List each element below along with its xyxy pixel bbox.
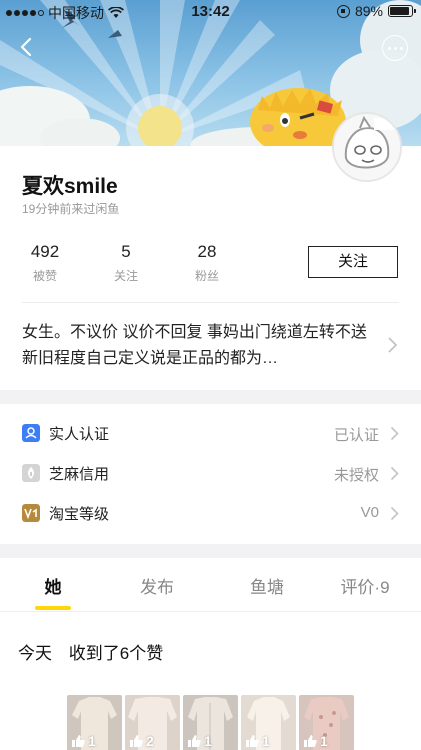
thumbs-up-icon	[304, 735, 317, 747]
profile-tabs: 她 发布 鱼塘 评价·9	[0, 558, 421, 612]
item-thumbnail[interactable]: 1	[241, 695, 296, 750]
item-thumbnail[interactable]: 1	[67, 695, 122, 750]
sesame-credit-icon	[22, 464, 40, 482]
verification-list: 实人认证 已认证 芝麻信用 未授权 淘宝等级 V0	[0, 404, 421, 544]
verify-label: 芝麻信用	[49, 466, 110, 483]
tab-reviews[interactable]: 评价·9	[320, 573, 410, 598]
activity-heading: 今天 收到了6个赞	[18, 639, 175, 664]
tab-published[interactable]: 发布	[112, 573, 202, 598]
verify-label: 淘宝等级	[49, 506, 110, 523]
avatar-image	[334, 114, 400, 180]
tab-her[interactable]: 她	[8, 573, 98, 598]
stat-likes[interactable]: 492 被赞	[15, 242, 75, 284]
item-thumbnail[interactable]: 1	[299, 695, 354, 750]
chevron-right-icon[interactable]	[387, 336, 399, 354]
verify-status: 已认证	[333, 427, 379, 444]
stat-following-label: 关注	[113, 269, 138, 283]
verify-row-taobao[interactable]: 淘宝等级 V0	[0, 494, 421, 534]
verify-label: 实人认证	[49, 426, 110, 443]
user-stats: 492 被赞 5 关注 28 粉丝	[0, 242, 250, 286]
divider	[22, 302, 399, 303]
battery-percent: 89%	[354, 3, 383, 19]
person-id-icon	[22, 424, 40, 442]
item-thumbnail[interactable]: 2	[125, 695, 180, 750]
verify-row-sesame[interactable]: 芝麻信用 未授权	[0, 454, 421, 494]
like-count-value: 1	[320, 733, 328, 749]
taobao-level-icon	[22, 504, 40, 522]
chevron-right-icon	[390, 426, 399, 441]
thumbs-up-icon	[188, 735, 201, 747]
user-bio[interactable]: 女生。不议价 议价不回复 事妈出门绕道左转不送 新旧程度自己定义说是正品的都为…	[22, 320, 374, 372]
follow-button[interactable]: 关注	[308, 246, 398, 278]
like-count: 1	[245, 733, 270, 749]
like-count: 2	[129, 733, 154, 749]
like-count: 1	[71, 733, 96, 749]
stat-following[interactable]: 5 关注	[96, 242, 156, 284]
activity-day: 今天	[18, 644, 52, 663]
item-thumbnail[interactable]: 1	[183, 695, 238, 750]
user-nickname: 夏欢smile	[22, 175, 118, 198]
like-count: 1	[303, 733, 328, 749]
thumbs-up-icon	[130, 735, 143, 747]
thumbs-up-icon	[246, 735, 259, 747]
more-options-button[interactable]	[382, 35, 408, 61]
activity-feed: 今天 收到了6个赞 1 2 1 1 1	[0, 612, 421, 750]
status-bar: 中国移动 13:42 89%	[0, 0, 421, 24]
like-count-value: 1	[262, 733, 270, 749]
status-right-group: 89%	[336, 3, 416, 19]
like-count: 1	[187, 733, 212, 749]
tab-active-indicator	[35, 606, 71, 610]
stat-likes-value: 492	[30, 242, 60, 261]
like-count-value: 1	[204, 733, 212, 749]
stat-fans-label: 粉丝	[194, 269, 219, 283]
orientation-lock-icon	[336, 4, 350, 18]
battery-icon	[388, 5, 416, 17]
last-seen-text: 19分钟前来过闲鱼	[22, 202, 120, 216]
verify-row-realname[interactable]: 实人认证 已认证	[0, 414, 421, 454]
like-count-value: 1	[88, 733, 96, 749]
avatar[interactable]	[332, 112, 402, 182]
chevron-right-icon	[390, 466, 399, 481]
back-icon[interactable]	[14, 34, 40, 60]
like-count-value: 2	[146, 733, 154, 749]
chevron-right-icon	[390, 506, 399, 521]
verify-status: V0	[360, 504, 379, 521]
tab-fishpond[interactable]: 鱼塘	[222, 573, 312, 598]
stat-fans-value: 28	[197, 242, 217, 261]
verify-status: 未授权	[333, 467, 379, 484]
stat-following-value: 5	[121, 242, 131, 261]
stat-fans[interactable]: 28 粉丝	[177, 242, 237, 284]
thumbs-up-icon	[72, 735, 85, 747]
activity-summary: 收到了6个赞	[68, 644, 164, 663]
profile-card: 夏欢smile 19分钟前来过闲鱼 492 被赞 5 关注 28 粉丝 关注 女…	[0, 146, 421, 390]
stat-likes-label: 被赞	[32, 269, 57, 283]
